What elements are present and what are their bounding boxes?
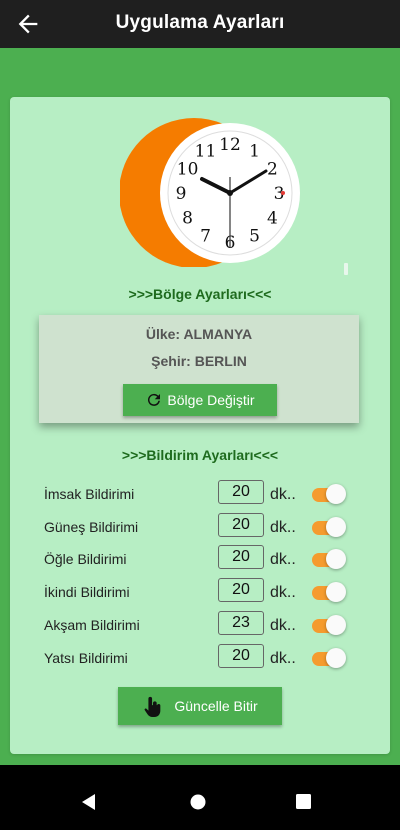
app-bar: Uygulama Ayarları (0, 0, 400, 48)
refresh-icon (148, 393, 161, 406)
page-title: Uygulama Ayarları (115, 12, 285, 33)
clock-number: 11 (195, 142, 217, 162)
notification-label: Yatsı Bildirimi (44, 649, 128, 666)
notification-label: Öğle Bildirimi (44, 551, 127, 568)
notification-row: Güneş Bildirimi dk.. (10, 512, 390, 543)
change-region-button[interactable]: Bölge Değiştir (123, 384, 277, 416)
notification-row: Akşam Bildirimi dk.. (10, 610, 390, 641)
clock-logo: 12 1 2 3 4 5 6 7 8 9 10 11 (119, 107, 300, 268)
scroll-indicator (344, 263, 348, 275)
minutes-input[interactable] (218, 610, 264, 635)
notification-toggle[interactable] (310, 647, 348, 669)
city-label: Şehir: BERLIN (151, 353, 247, 369)
country-label: Ülke: ALMANYA (145, 326, 253, 342)
finish-update-label: Güncelle Bitir (174, 698, 258, 714)
clock-number: 10 (177, 160, 199, 180)
notification-row: Yatsı Bildirimi dk.. (10, 643, 390, 674)
notification-label: İkindi Bildirimi (44, 584, 130, 601)
clock-number: 2 (267, 160, 278, 180)
minutes-input[interactable] (218, 545, 264, 570)
notification-label: Güneş Bildirimi (44, 518, 139, 535)
clock-svg: 12 1234567891011 (119, 118, 300, 268)
home-circle-icon[interactable] (190, 794, 206, 810)
notification-row: İmsak Bildirimi dk.. (10, 480, 390, 510)
minutes-unit: dk.. (270, 486, 296, 503)
clock-marker (281, 191, 285, 195)
region-box: Ülke: ALMANYA Şehir: BERLIN Bölge Değişt… (39, 315, 359, 423)
notification-row: İkindi Bildirimi dk.. (10, 578, 390, 608)
clock-number: 4 (267, 209, 278, 229)
clock-number: 12 (219, 135, 241, 155)
tap-hand-icon (144, 696, 161, 717)
settings-card: 12 1 2 3 4 5 6 7 8 9 10 11 >>>Bölge Ayarları<<< Ülk… (10, 97, 390, 754)
minutes-input[interactable] (218, 643, 264, 668)
recents-square-icon[interactable] (296, 794, 312, 810)
notification-toggle[interactable] (310, 483, 348, 505)
toggle-knob (326, 647, 346, 668)
clock-number: 5 (249, 226, 260, 246)
notification-section-title: >>>Bildirim Ayarları<<< (121, 447, 279, 463)
minutes-unit: dk.. (270, 518, 296, 536)
notification-toggle[interactable] (310, 614, 348, 636)
finish-update-button[interactable]: Güncelle Bitir (118, 687, 282, 725)
minutes-unit: dk.. (270, 616, 296, 634)
minutes-input[interactable] (218, 578, 264, 603)
clock-number: 1 (249, 142, 260, 162)
notification-toggle[interactable] (310, 548, 348, 570)
change-region-label: Bölge Değiştir (167, 392, 255, 408)
toggle-knob (326, 484, 346, 504)
clock-number: 9 (176, 184, 187, 204)
minutes-input[interactable] (218, 512, 264, 537)
system-nav-bar (0, 765, 400, 830)
notification-label: İmsak Bildirimi (44, 486, 135, 502)
toggle-knob (326, 516, 346, 537)
clock-number: 8 (182, 209, 193, 229)
toggle-knob (326, 549, 346, 570)
minutes-input[interactable] (218, 480, 264, 504)
region-section-title: >>>Bölge Ayarları<<< (128, 286, 272, 302)
toggle-knob (326, 614, 346, 635)
minutes-unit: dk.. (270, 551, 296, 569)
notification-row: Öğle Bildirimi dk.. (10, 545, 390, 575)
notification-toggle[interactable] (310, 516, 348, 538)
minutes-unit: dk.. (270, 649, 296, 667)
clock-center (227, 190, 233, 196)
notification-toggle[interactable] (310, 581, 348, 603)
minutes-unit: dk.. (270, 584, 296, 602)
back-triangle-icon[interactable] (82, 794, 96, 810)
toggle-knob (326, 582, 346, 603)
clock-number: 7 (200, 226, 211, 246)
notification-label: Akşam Bildirimi (44, 616, 140, 633)
